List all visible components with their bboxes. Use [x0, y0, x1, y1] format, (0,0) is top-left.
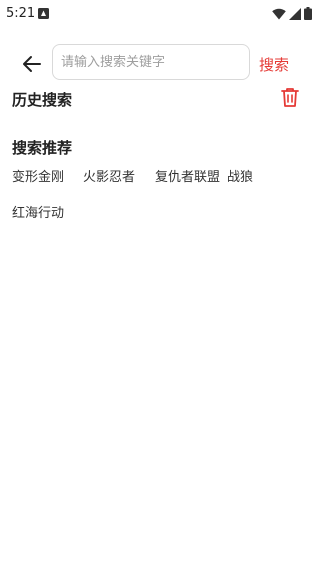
search-input[interactable] — [53, 45, 249, 79]
status-icons — [272, 7, 312, 20]
recommend-tag[interactable]: 火影忍者 — [83, 166, 135, 185]
recommend-tag[interactable]: 战狼 — [227, 166, 253, 185]
search-field[interactable] — [52, 44, 250, 80]
status-bar: 5:21 — [0, 0, 320, 28]
cell-signal-icon — [289, 7, 301, 20]
wifi-icon — [272, 8, 286, 19]
recommend-tag[interactable]: 变形金刚 — [12, 166, 64, 185]
status-time: 5:21 — [6, 6, 36, 21]
search-button[interactable]: 搜索 — [259, 54, 289, 75]
back-arrow-icon[interactable] — [20, 52, 44, 76]
battery-icon — [304, 7, 312, 20]
trash-icon[interactable] — [279, 86, 301, 108]
recommend-tag[interactable]: 红海行动 — [12, 202, 64, 221]
history-title: 历史搜索 — [12, 91, 73, 109]
recommend-tag[interactable]: 复仇者联盟 — [155, 166, 220, 185]
search-bar: 搜索 — [0, 42, 320, 84]
notification-icon — [38, 8, 49, 19]
recommend-title: 搜索推荐 — [12, 139, 73, 157]
